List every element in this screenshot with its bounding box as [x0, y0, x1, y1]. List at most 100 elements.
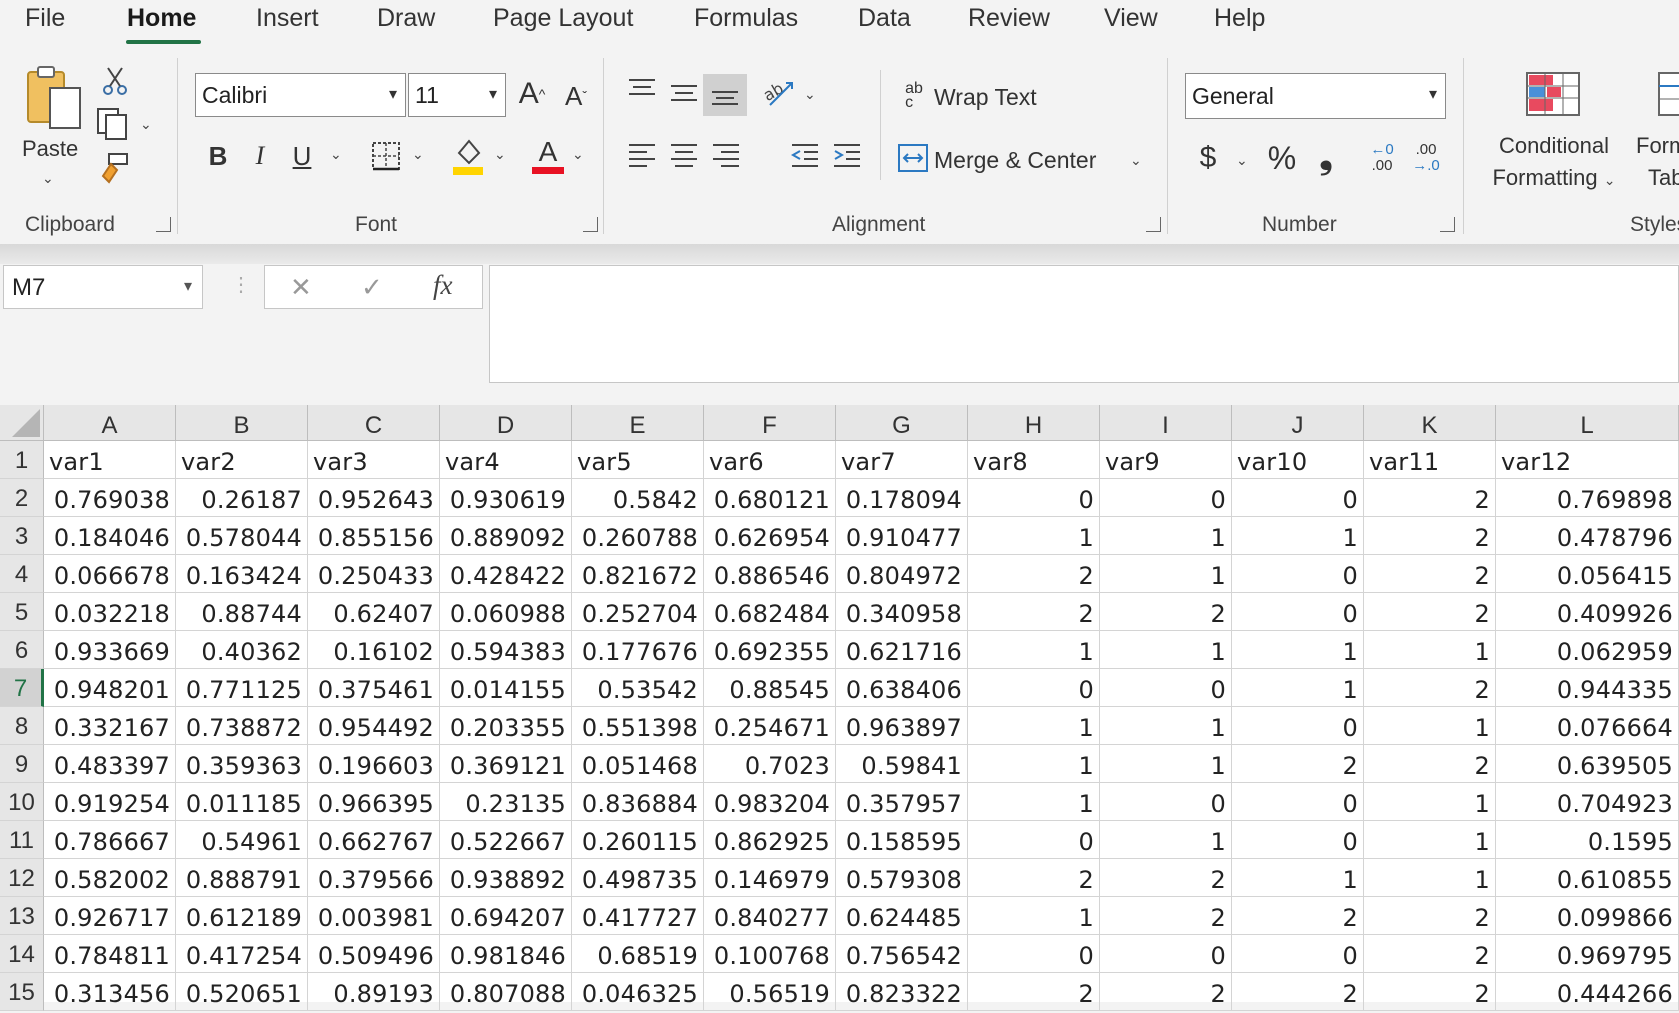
format-as-table-icon[interactable] — [1657, 70, 1679, 118]
paste-dropdown-icon[interactable]: ⌄ — [42, 170, 54, 187]
cell-a12[interactable]: 0.582002 — [44, 859, 176, 897]
cell-c15[interactable]: 0.89193 — [308, 973, 440, 1011]
cell-d10[interactable]: 0.23135 — [440, 783, 572, 821]
align-center-icon[interactable] — [667, 140, 701, 170]
font-color-dropdown-icon[interactable]: ⌄ — [572, 146, 584, 163]
row-header-15[interactable]: 15 — [0, 973, 44, 1011]
cell-h7[interactable]: 0 — [968, 669, 1100, 707]
cell-i1[interactable]: var9 — [1100, 441, 1232, 479]
cell-j9[interactable]: 2 — [1232, 745, 1364, 783]
cell-l15[interactable]: 0.444266 — [1496, 973, 1679, 1011]
cell-i6[interactable]: 1 — [1100, 631, 1232, 669]
align-top-icon[interactable] — [625, 74, 659, 104]
cell-l8[interactable]: 0.076664 — [1496, 707, 1679, 745]
menu-insert[interactable]: Insert — [256, 4, 319, 33]
cell-g10[interactable]: 0.357957 — [836, 783, 968, 821]
cell-i3[interactable]: 1 — [1100, 517, 1232, 555]
cell-k13[interactable]: 2 — [1364, 897, 1496, 935]
cell-b12[interactable]: 0.888791 — [176, 859, 308, 897]
cell-k11[interactable]: 1 — [1364, 821, 1496, 859]
column-header-l[interactable]: L — [1496, 405, 1679, 441]
font-color-button[interactable]: A — [530, 132, 566, 178]
cell-b3[interactable]: 0.578044 — [176, 517, 308, 555]
cell-k10[interactable]: 1 — [1364, 783, 1496, 821]
cell-j2[interactable]: 0 — [1232, 479, 1364, 517]
shrink-font-button[interactable]: Aˇ — [558, 78, 594, 114]
cell-e1[interactable]: var5 — [572, 441, 704, 479]
cell-e7[interactable]: 0.53542 — [572, 669, 704, 707]
cell-k9[interactable]: 2 — [1364, 745, 1496, 783]
number-launcher-icon[interactable] — [1440, 217, 1455, 232]
column-header-b[interactable]: B — [176, 405, 308, 441]
cell-e11[interactable]: 0.260115 — [572, 821, 704, 859]
cell-k14[interactable]: 2 — [1364, 935, 1496, 973]
insert-function-icon[interactable]: fx — [433, 270, 453, 301]
merge-center-icon[interactable] — [896, 142, 930, 174]
cell-a15[interactable]: 0.313456 — [44, 973, 176, 1011]
cell-b14[interactable]: 0.417254 — [176, 935, 308, 973]
number-format-select[interactable]: General ▾ — [1185, 73, 1446, 119]
row-header-14[interactable]: 14 — [0, 935, 44, 973]
cell-k12[interactable]: 1 — [1364, 859, 1496, 897]
paste-icon[interactable] — [22, 64, 84, 132]
cell-e10[interactable]: 0.836884 — [572, 783, 704, 821]
name-box[interactable]: M7 ▾ — [3, 265, 203, 309]
cell-b7[interactable]: 0.771125 — [176, 669, 308, 707]
alignment-launcher-icon[interactable] — [1146, 217, 1161, 232]
cell-e12[interactable]: 0.498735 — [572, 859, 704, 897]
cell-g4[interactable]: 0.804972 — [836, 555, 968, 593]
increase-decimal-button[interactable]: ←0 .00 — [1364, 138, 1400, 178]
cell-h9[interactable]: 1 — [968, 745, 1100, 783]
cell-a3[interactable]: 0.184046 — [44, 517, 176, 555]
orientation-icon[interactable]: ab — [760, 72, 798, 112]
cell-f13[interactable]: 0.840277 — [704, 897, 836, 935]
cell-c9[interactable]: 0.196603 — [308, 745, 440, 783]
cell-j8[interactable]: 0 — [1232, 707, 1364, 745]
cell-f14[interactable]: 0.100768 — [704, 935, 836, 973]
cell-f11[interactable]: 0.862925 — [704, 821, 836, 859]
menu-file[interactable]: File — [25, 4, 65, 33]
cell-i13[interactable]: 2 — [1100, 897, 1232, 935]
decrease-decimal-button[interactable]: .00 →.0 — [1408, 138, 1444, 178]
cell-l5[interactable]: 0.409926 — [1496, 593, 1679, 631]
cell-h12[interactable]: 2 — [968, 859, 1100, 897]
cell-l3[interactable]: 0.478796 — [1496, 517, 1679, 555]
font-launcher-icon[interactable] — [583, 217, 598, 232]
cell-g1[interactable]: var7 — [836, 441, 968, 479]
cell-i9[interactable]: 1 — [1100, 745, 1232, 783]
cell-d1[interactable]: var4 — [440, 441, 572, 479]
grow-font-button[interactable]: A ^ — [512, 74, 552, 114]
cell-e2[interactable]: 0.5842 — [572, 479, 704, 517]
cell-b15[interactable]: 0.520651 — [176, 973, 308, 1011]
cell-i14[interactable]: 0 — [1100, 935, 1232, 973]
cell-g8[interactable]: 0.963897 — [836, 707, 968, 745]
cell-e14[interactable]: 0.68519 — [572, 935, 704, 973]
cell-g7[interactable]: 0.638406 — [836, 669, 968, 707]
column-header-j[interactable]: J — [1232, 405, 1364, 441]
cell-f3[interactable]: 0.626954 — [704, 517, 836, 555]
cell-e13[interactable]: 0.417727 — [572, 897, 704, 935]
merge-center-button[interactable]: Merge & Center — [934, 147, 1096, 174]
cell-i12[interactable]: 2 — [1100, 859, 1232, 897]
format-painter-icon[interactable] — [94, 150, 130, 186]
column-header-h[interactable]: H — [968, 405, 1100, 441]
cell-c13[interactable]: 0.003981 — [308, 897, 440, 935]
cell-d11[interactable]: 0.522667 — [440, 821, 572, 859]
row-header-13[interactable]: 13 — [0, 897, 44, 935]
cell-f7[interactable]: 0.88545 — [704, 669, 836, 707]
italic-button[interactable]: I — [245, 136, 275, 176]
cell-a13[interactable]: 0.926717 — [44, 897, 176, 935]
cell-h1[interactable]: var8 — [968, 441, 1100, 479]
cell-e6[interactable]: 0.177676 — [572, 631, 704, 669]
cell-h5[interactable]: 2 — [968, 593, 1100, 631]
cancel-icon[interactable]: ✕ — [290, 272, 312, 303]
cell-a2[interactable]: 0.769038 — [44, 479, 176, 517]
cell-e8[interactable]: 0.551398 — [572, 707, 704, 745]
cell-l13[interactable]: 0.099866 — [1496, 897, 1679, 935]
cell-d12[interactable]: 0.938892 — [440, 859, 572, 897]
cell-k7[interactable]: 2 — [1364, 669, 1496, 707]
paste-label[interactable]: Paste — [22, 136, 78, 162]
menu-view[interactable]: View — [1104, 4, 1158, 33]
cell-c12[interactable]: 0.379566 — [308, 859, 440, 897]
cell-b4[interactable]: 0.163424 — [176, 555, 308, 593]
